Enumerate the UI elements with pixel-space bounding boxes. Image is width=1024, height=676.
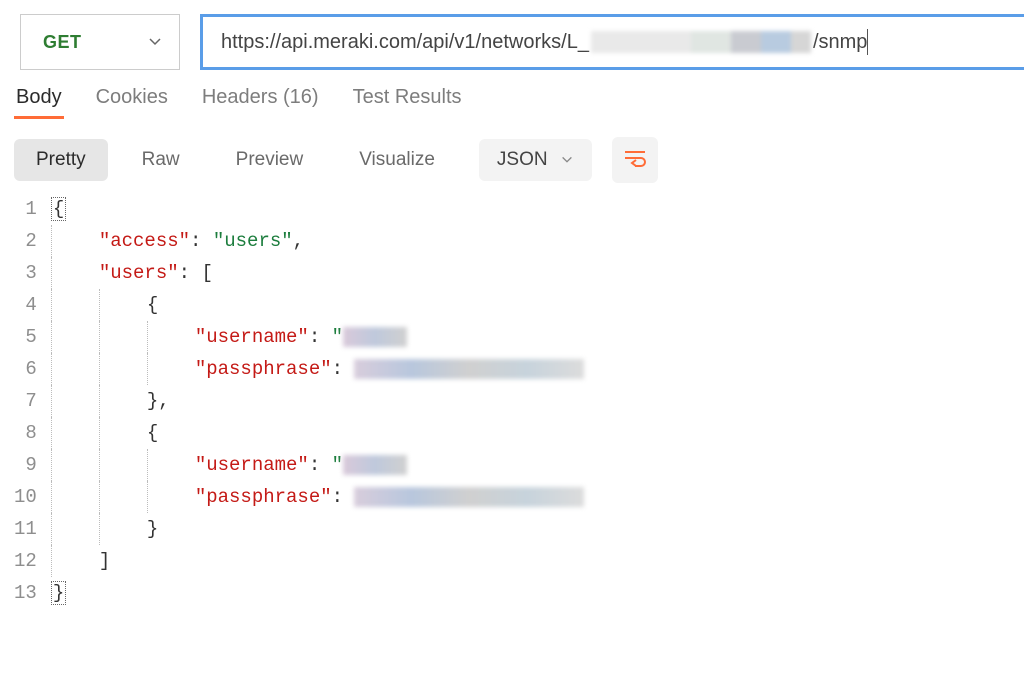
chevron-down-icon xyxy=(147,34,163,50)
line-number: 9 xyxy=(14,449,37,481)
code-line: "username": " xyxy=(51,449,585,481)
line-number: 5 xyxy=(14,321,37,353)
bracket-open: [ xyxy=(201,262,212,284)
code-line: } xyxy=(51,513,585,545)
code-line: ] xyxy=(51,545,585,577)
brace-open: { xyxy=(147,422,158,444)
text-caret xyxy=(867,29,868,55)
code-line: "users": [ xyxy=(51,257,585,289)
punc: : xyxy=(309,454,332,476)
code-line: { xyxy=(51,193,585,225)
obscured-passphrase xyxy=(354,359,584,379)
url-suffix: /snmp xyxy=(813,31,867,54)
request-url-input[interactable]: https://api.meraki.com/api/v1/networks/L… xyxy=(200,14,1024,70)
line-number: 1 xyxy=(14,193,37,225)
line-number: 7 xyxy=(14,385,37,417)
line-number: 11 xyxy=(14,513,37,545)
raw-button[interactable]: Raw xyxy=(120,139,202,181)
line-number: 4 xyxy=(14,289,37,321)
url-prefix: https://api.meraki.com/api/v1/networks/L… xyxy=(221,31,589,54)
tab-cookies[interactable]: Cookies xyxy=(94,86,170,109)
brace-close: } xyxy=(147,518,158,540)
line-number: 2 xyxy=(14,225,37,257)
punc: : xyxy=(179,262,202,284)
chevron-down-icon xyxy=(560,153,574,167)
bracket-close: ] xyxy=(99,550,110,572)
pretty-button[interactable]: Pretty xyxy=(14,139,108,181)
code-line: }, xyxy=(51,385,585,417)
quote: " xyxy=(332,326,343,348)
brace-open: { xyxy=(51,197,66,221)
code-line: { xyxy=(51,417,585,449)
punc: , xyxy=(158,390,169,412)
punc: : xyxy=(309,326,332,348)
wrap-lines-button[interactable] xyxy=(612,137,658,183)
punc: , xyxy=(293,230,304,252)
line-number: 3 xyxy=(14,257,37,289)
obscured-username xyxy=(343,327,407,347)
body-view-mode-group: Pretty Raw Preview Visualize xyxy=(14,139,457,181)
tab-body[interactable]: Body xyxy=(14,86,64,109)
punc: : xyxy=(332,486,355,508)
quote: " xyxy=(332,454,343,476)
punc: : xyxy=(190,230,213,252)
body-toolbar: Pretty Raw Preview Visualize JSON xyxy=(0,119,1024,183)
brace-open: { xyxy=(147,294,158,316)
json-key: "username" xyxy=(195,454,309,476)
wrap-icon xyxy=(623,148,647,173)
code-line: "access": "users", xyxy=(51,225,585,257)
json-key: "username" xyxy=(195,326,309,348)
tab-headers[interactable]: Headers (16) xyxy=(200,86,321,109)
json-key: "passphrase" xyxy=(195,358,332,380)
response-tabs: Body Cookies Headers (16) Test Results xyxy=(0,86,1024,119)
json-key: "passphrase" xyxy=(195,486,332,508)
line-number: 13 xyxy=(14,577,37,609)
code-line: "passphrase": xyxy=(51,481,585,513)
json-key: "users" xyxy=(99,262,179,284)
http-method-label: GET xyxy=(43,32,82,53)
code-line: { xyxy=(51,289,585,321)
obscured-network-id xyxy=(591,31,811,53)
line-number-gutter: 1 2 3 4 5 6 7 8 9 10 11 12 13 xyxy=(14,193,51,609)
request-url-text: https://api.meraki.com/api/v1/networks/L… xyxy=(221,31,867,54)
http-method-selector[interactable]: GET xyxy=(20,14,180,70)
line-number: 6 xyxy=(14,353,37,385)
body-format-select[interactable]: JSON xyxy=(479,139,592,181)
line-number: 12 xyxy=(14,545,37,577)
preview-button[interactable]: Preview xyxy=(214,139,326,181)
code-lines: { "access": "users", "users": [ { "usern… xyxy=(51,193,585,609)
line-number: 10 xyxy=(14,481,37,513)
line-number: 8 xyxy=(14,417,37,449)
brace-close: } xyxy=(51,581,66,605)
code-line: } xyxy=(51,577,585,609)
body-format-label: JSON xyxy=(497,149,548,171)
obscured-username xyxy=(343,455,407,475)
json-string: "users" xyxy=(213,230,293,252)
code-line: "passphrase": xyxy=(51,353,585,385)
tab-test-results[interactable]: Test Results xyxy=(351,86,464,109)
visualize-button[interactable]: Visualize xyxy=(337,139,457,181)
code-line: "username": " xyxy=(51,321,585,353)
punc: : xyxy=(332,358,355,380)
obscured-passphrase xyxy=(354,487,584,507)
json-key: "access" xyxy=(99,230,190,252)
brace-close: } xyxy=(147,390,158,412)
response-body-code[interactable]: 1 2 3 4 5 6 7 8 9 10 11 12 13 { "access"… xyxy=(0,183,1024,609)
